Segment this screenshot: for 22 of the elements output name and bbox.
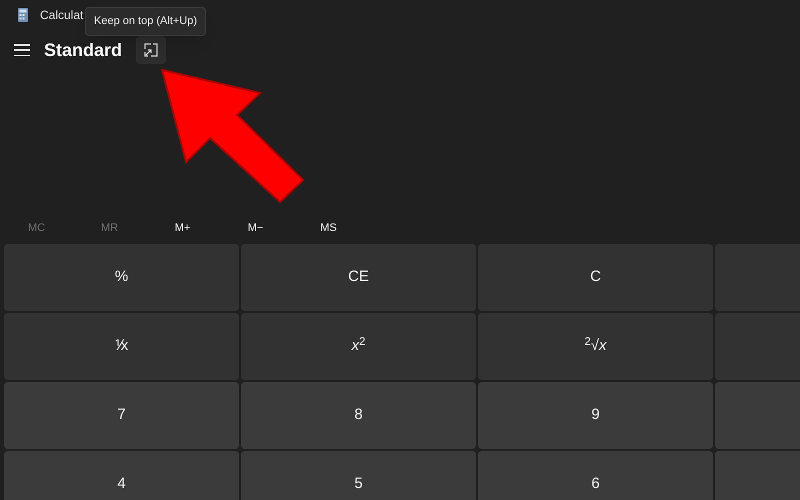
key-button[interactable]: 4 [4, 451, 239, 500]
key-button[interactable]: CE [241, 244, 476, 311]
key-button[interactable]: x$^{2}$ [241, 313, 476, 380]
keep-on-top-icon [144, 43, 158, 57]
key-button[interactable]: 6 [478, 451, 713, 500]
tooltip: Keep on top (Alt+Up) [85, 7, 206, 36]
memory-button[interactable]: M− [219, 220, 292, 236]
calculator-icon [18, 8, 28, 22]
key-button[interactable]: $^{2}$√x [478, 313, 713, 380]
memory-button[interactable]: M+ [146, 220, 219, 236]
key-button[interactable]: ⅟x [4, 313, 239, 380]
key-button[interactable]: 7 [4, 382, 239, 449]
key-button[interactable]: 5 [241, 451, 476, 500]
key-button[interactable]: 8 [241, 382, 476, 449]
menu-icon[interactable] [14, 44, 30, 56]
key-button[interactable]: % [4, 244, 239, 311]
key-button[interactable]: 9 [478, 382, 713, 449]
mode-title: Standard [44, 38, 122, 62]
keep-on-top-button[interactable] [136, 36, 166, 64]
key-button[interactable]: C [478, 244, 713, 311]
memory-button[interactable]: MS [292, 220, 365, 236]
window-title: Calculat [40, 7, 84, 24]
